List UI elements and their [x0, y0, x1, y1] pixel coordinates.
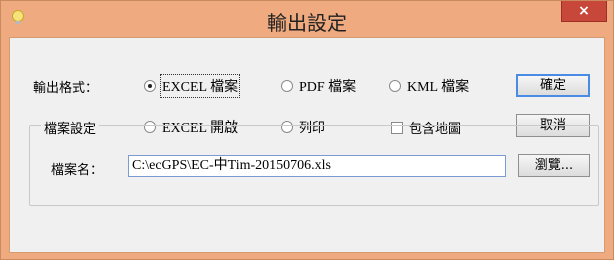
radio-excel-file[interactable]: EXCEL 檔案 — [144, 74, 241, 98]
radio-indicator — [389, 80, 401, 92]
radio-label: EXCEL 檔案 — [159, 74, 241, 98]
radio-pdf-file[interactable]: PDF 檔案 — [281, 76, 356, 96]
filename-label: 檔案名： — [51, 163, 104, 178]
ok-button[interactable]: 確定 — [516, 74, 590, 97]
close-button[interactable]: × — [561, 1, 607, 22]
radio-indicator — [144, 80, 156, 92]
dialog-window: 輸出設定 × 輸出格式： EXCEL 檔案 PDF 檔案 KML 檔案 EXCE… — [0, 0, 614, 260]
window-title: 輸出設定 — [267, 11, 347, 35]
radio-indicator — [281, 80, 293, 92]
browse-button[interactable]: 瀏覽... — [518, 154, 590, 177]
output-format-label: 輸出格式： — [33, 81, 99, 96]
radio-label: KML 檔案 — [407, 80, 470, 95]
close-icon: × — [578, 3, 590, 19]
file-settings-title: 檔案設定 — [41, 118, 100, 137]
radio-label: PDF 檔案 — [299, 80, 357, 95]
title-bar[interactable]: 輸出設定 × — [1, 1, 613, 37]
radio-kml-file[interactable]: KML 檔案 — [389, 76, 469, 96]
filename-input[interactable]: C:\ecGPS\EC-中Tim-20150706.xls — [128, 155, 506, 177]
